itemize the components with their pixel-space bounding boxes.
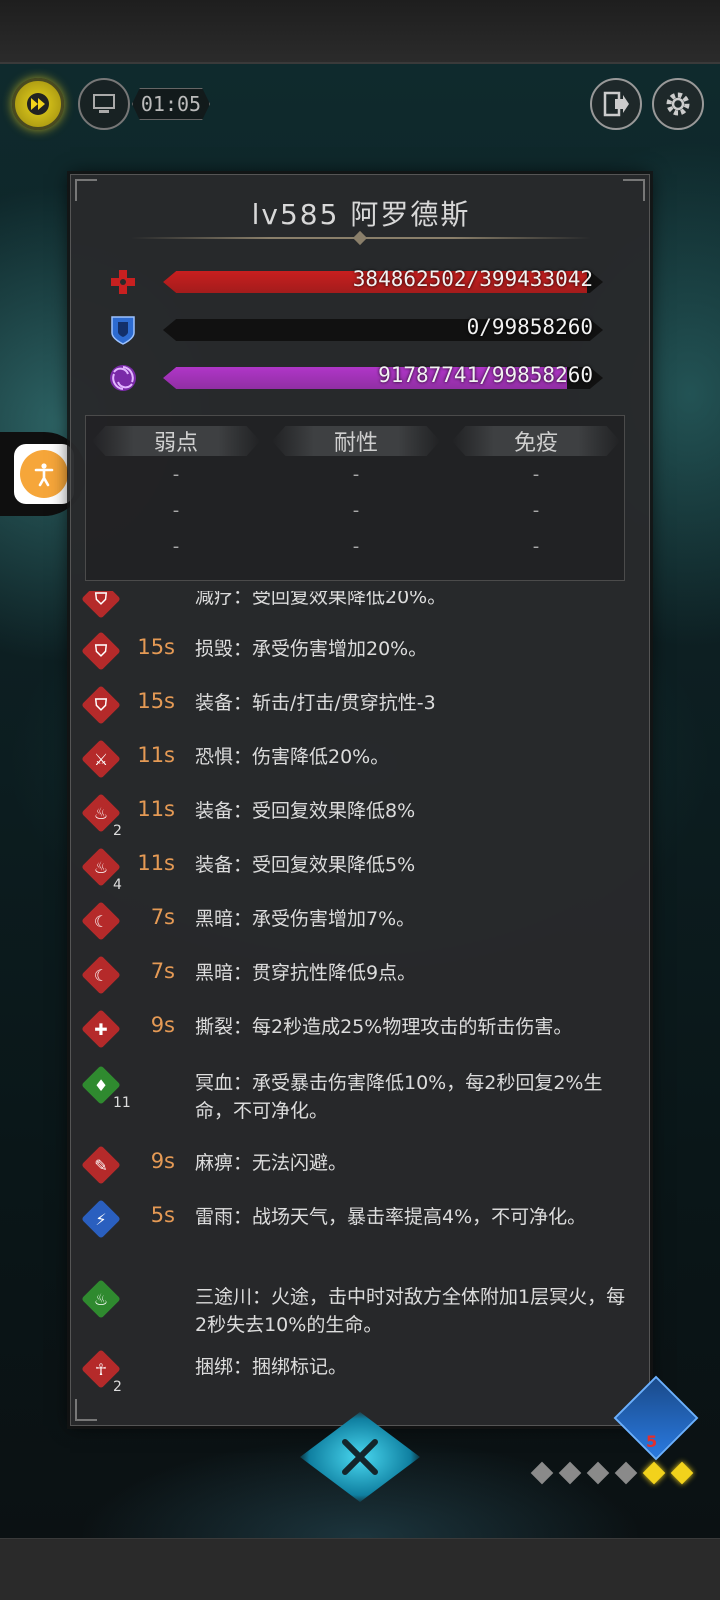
effect-duration: 9s	[150, 1149, 175, 1173]
effect-description: 恐惧：伤害降低20%。	[195, 746, 390, 768]
monitor-icon	[93, 94, 115, 113]
paralysis-icon: ✎	[81, 1145, 121, 1185]
hp-value: 384862502/399433042	[352, 267, 593, 291]
crescent-icon: ☾	[81, 955, 121, 995]
effect-description: 麻痹：无法闪避。	[195, 1152, 348, 1174]
resist-cell: -	[172, 536, 180, 557]
energy-value: 91787741/99858260	[378, 363, 593, 387]
fear-icon: ⚔	[81, 739, 121, 779]
resist-cell: -	[352, 464, 360, 485]
title-divider	[131, 237, 591, 239]
effect-description: 损毁：承受伤害增加20%。	[195, 638, 428, 660]
resist-cell: -	[532, 464, 540, 485]
status-effect-list[interactable]: ⛉ 减疗：受回复效果降低20%。 ⛉ 15s 损毁：承受伤害增加20%。 ⛉ 15s 装备：斩…	[71, 591, 651, 1417]
shield-icon: ⛉	[81, 685, 121, 725]
effect-description: 三途川：火途，击中时对敌方全体附加1层冥火，每2秒失去10%的生命。	[195, 1286, 626, 1336]
resistance-header: 耐性	[272, 426, 440, 456]
battle-timer: 01:05	[132, 88, 210, 120]
gear-icon	[666, 92, 690, 116]
boss-status-panel: lv585 阿罗德斯 384862502/399433042 0/9985826…	[70, 174, 650, 1426]
effect-duration: 11s	[137, 851, 175, 875]
effect-description: 装备：受回复效果降低8%	[195, 800, 416, 822]
vortex-icon	[107, 361, 139, 395]
effect-duration: 7s	[150, 959, 175, 983]
resist-cell: -	[172, 464, 180, 485]
fast-forward-icon	[27, 93, 49, 115]
close-icon	[342, 1439, 378, 1475]
resist-cell: -	[532, 500, 540, 521]
resist-cell: -	[532, 536, 540, 557]
effect-duration: 11s	[137, 797, 175, 821]
weakness-header: 弱点	[92, 426, 260, 456]
effect-description: 撕裂：每2秒造成25%物理攻击的斩击伤害。	[195, 1016, 573, 1038]
cross-icon: ✚	[81, 1009, 121, 1049]
resist-cell: -	[352, 536, 360, 557]
effect-stack-count: 4	[113, 877, 122, 893]
effect-description: 装备：斩击/打击/贯穿抗性-3	[195, 692, 436, 714]
effect-description: 冥血：承受暴击伤害降低10%，每2秒回复2%生命，不可净化。	[195, 1072, 603, 1122]
accessibility-icon	[20, 450, 68, 498]
speed-toggle-button[interactable]	[12, 78, 64, 130]
auto-battle-button[interactable]	[78, 78, 130, 130]
skill-count: 5	[646, 1432, 658, 1451]
hp-bar: 384862502/399433042	[107, 265, 617, 299]
green-flame-icon: ♨	[81, 1279, 121, 1319]
crescent-icon: ☾	[81, 901, 121, 941]
effect-stack-count: 2	[113, 823, 122, 839]
effect-description: 捆绑：捆绑标记。	[195, 1356, 348, 1378]
effect-duration: 11s	[137, 743, 175, 767]
settings-button[interactable]	[652, 78, 704, 130]
exit-icon	[603, 91, 629, 117]
effect-duration: 15s	[137, 689, 175, 713]
health-cross-icon	[107, 265, 139, 299]
exit-battle-button[interactable]	[590, 78, 642, 130]
effect-duration: 7s	[150, 905, 175, 929]
energy-bar: 91787741/99858260	[107, 361, 617, 395]
effect-description: 装备：受回复效果降低5%	[195, 854, 416, 876]
effect-description: 黑暗：承受伤害增加7%。	[195, 908, 416, 930]
effect-stack-count: 11	[113, 1095, 131, 1111]
effect-description: 减疗：受回复效果降低20%。	[195, 591, 447, 608]
boss-title: lv585 阿罗德斯	[251, 198, 471, 231]
shield-bar: 0/99858260	[107, 313, 617, 347]
effect-duration: 5s	[150, 1203, 175, 1227]
effect-description: 黑暗：贯穿抗性降低9点。	[195, 962, 417, 984]
resist-cell: -	[172, 500, 180, 521]
effect-duration: 15s	[137, 635, 175, 659]
resistance-table: 弱点 耐性 免疫 - - - - - - - - -	[85, 415, 625, 581]
lightning-icon: ⚡	[81, 1199, 121, 1239]
resist-cell: -	[352, 500, 360, 521]
shield-value: 0/99858260	[466, 315, 593, 339]
shield-icon	[107, 313, 139, 347]
shield-icon: ⛉	[81, 631, 121, 671]
status-bar	[0, 0, 720, 64]
shield-icon: ⛉	[81, 591, 121, 619]
navigation-bar	[0, 1538, 720, 1600]
immunity-header: 免疫	[452, 426, 620, 456]
effect-stack-count: 2	[113, 1379, 122, 1395]
effect-duration: 9s	[150, 1013, 175, 1037]
accessibility-button[interactable]	[14, 444, 74, 504]
effect-description: 雷雨：战场天气，暴击率提高4%，不可净化。	[195, 1206, 587, 1228]
